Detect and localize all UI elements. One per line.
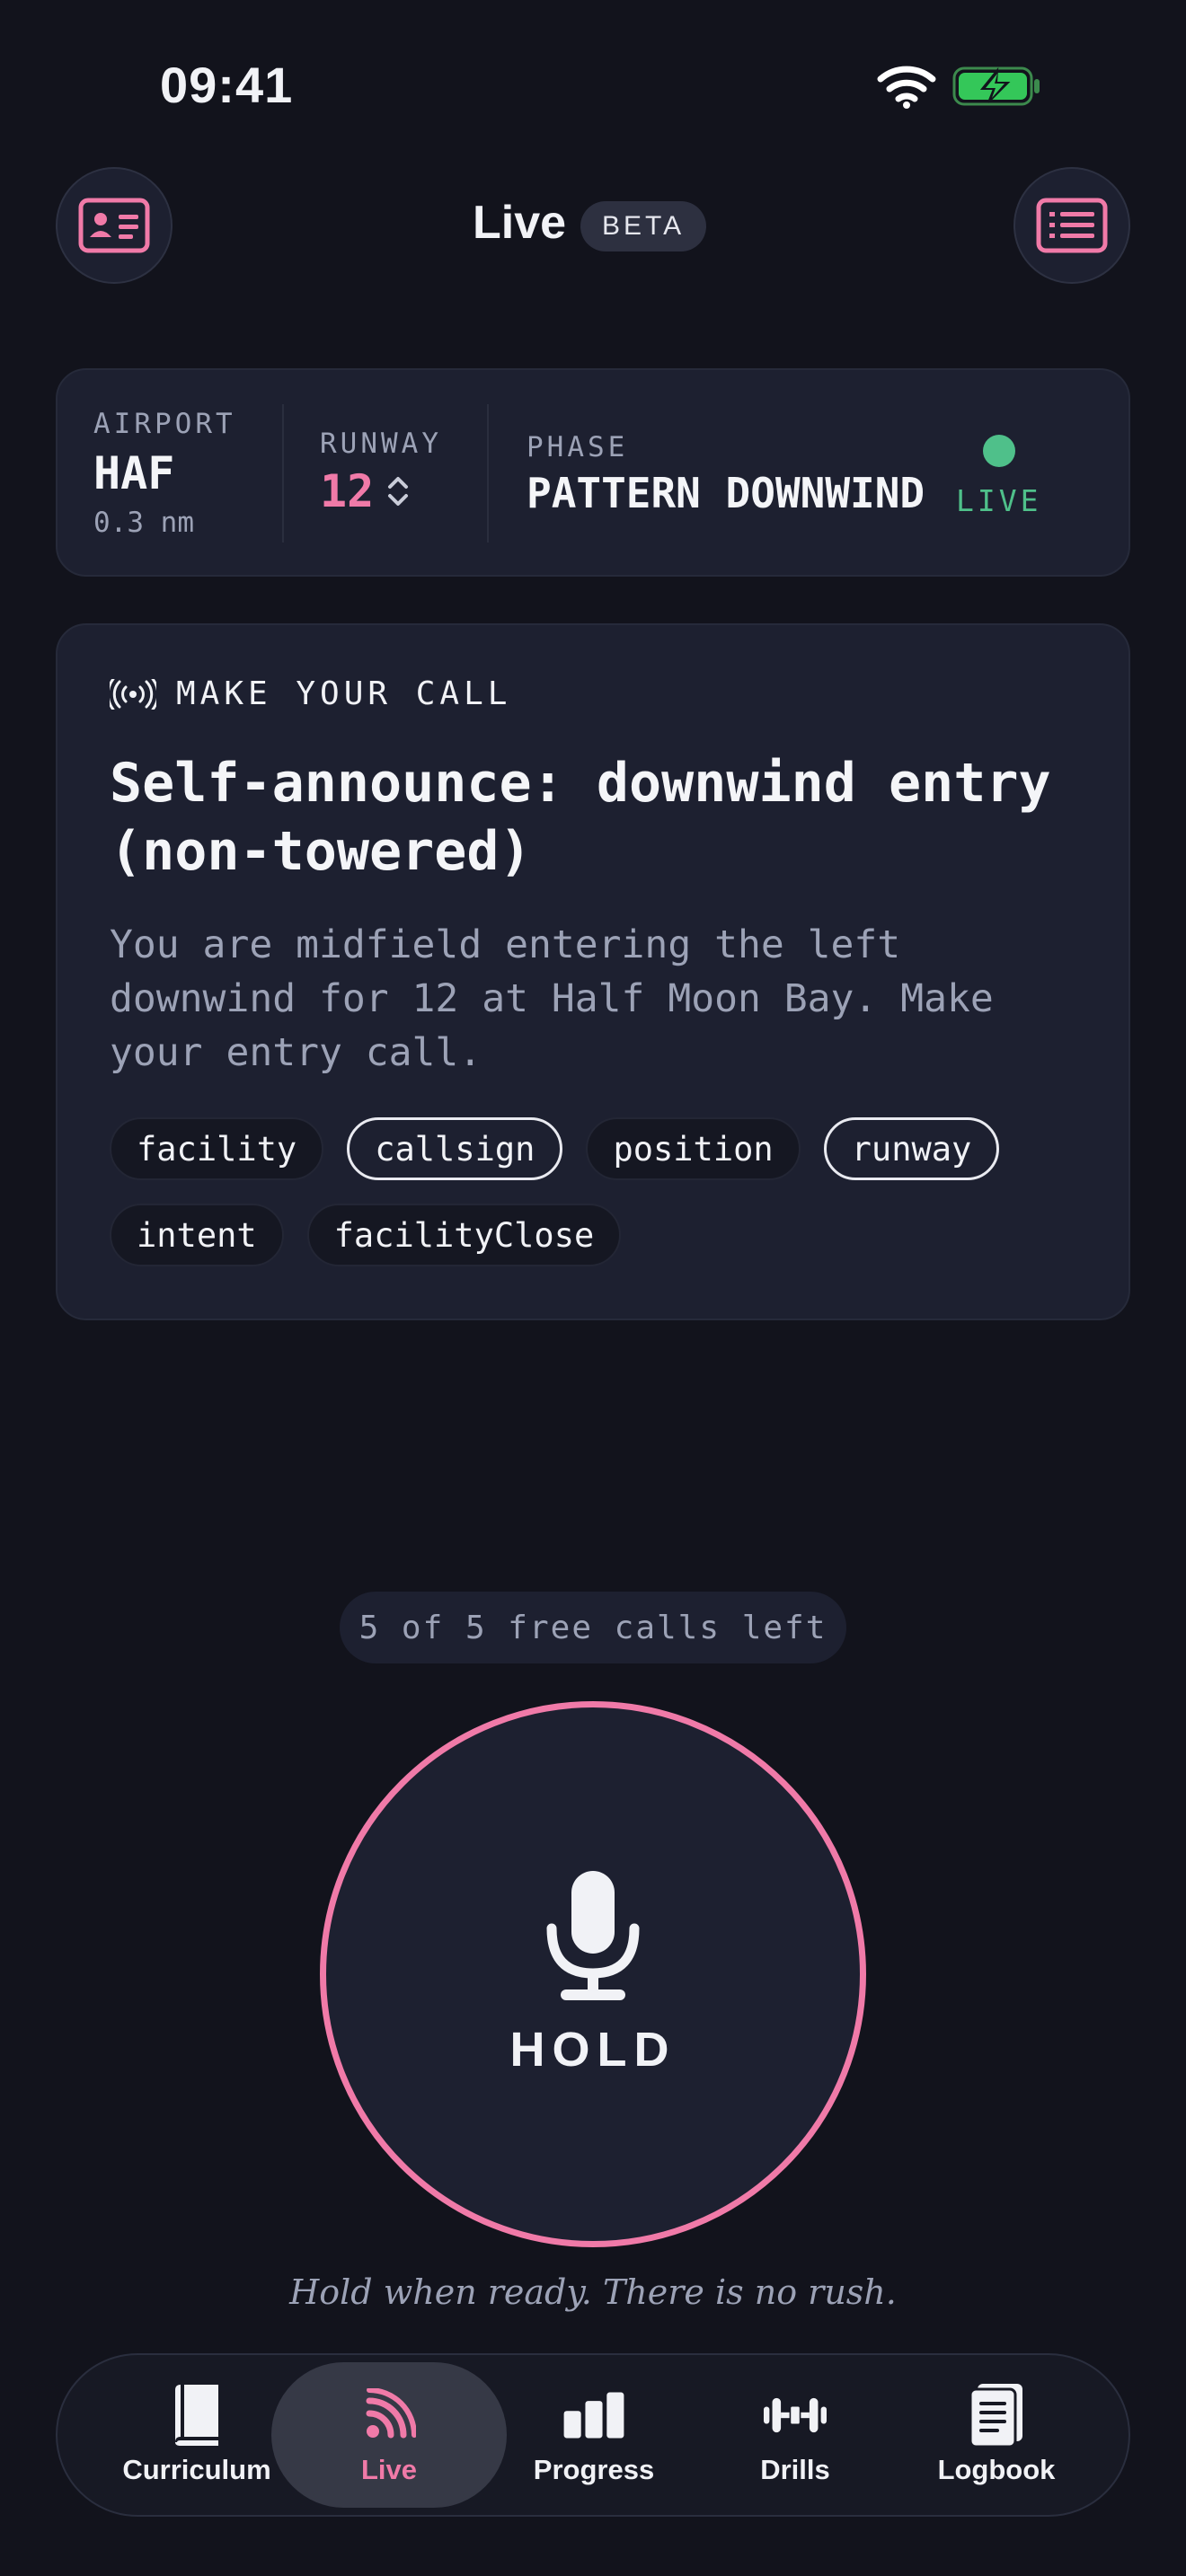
- tab-bar: Curriculum Live Progress Drills Logbook: [56, 2353, 1130, 2517]
- tab-label: Drills: [760, 2454, 830, 2485]
- id-card-icon: [78, 198, 150, 253]
- tab-label: Progress: [533, 2454, 655, 2485]
- hold-label: HOLD: [509, 2023, 677, 2077]
- element-chip-position: position: [586, 1117, 801, 1180]
- list-card-icon: [1036, 198, 1108, 253]
- element-chip-intent: intent: [110, 1204, 284, 1266]
- chevron-up-down-icon: [388, 477, 409, 506]
- broadcast-icon: [366, 2388, 416, 2439]
- airport-value: HAF: [93, 447, 175, 499]
- live-label: LIVE: [956, 483, 1042, 518]
- hold-hint: Hold when ready. There is no rush.: [289, 2272, 897, 2312]
- status-time: 09:41: [160, 57, 294, 113]
- flight-info-card: AIRPORT HAF 0.3 nm RUNWAY 12 PHASE PATTE…: [56, 368, 1130, 577]
- phase-value: PATTERN DOWNWIND: [527, 469, 925, 517]
- tab-label: Logbook: [937, 2454, 1056, 2485]
- tab-progress[interactable]: Progress: [476, 2362, 712, 2508]
- element-chip-facility: facility: [110, 1117, 324, 1180]
- runway-value: 12: [320, 465, 375, 517]
- live-indicator-dot: [983, 435, 1015, 467]
- bar-chart-icon: [563, 2392, 624, 2439]
- page-title: Live: [473, 197, 567, 249]
- divider: [487, 404, 489, 543]
- tab-logbook[interactable]: Logbook: [879, 2362, 1114, 2508]
- runway-label: RUNWAY: [320, 428, 442, 460]
- free-calls-pill: 5 of 5 free calls left: [340, 1592, 846, 1663]
- element-chip-runway: runway: [823, 1117, 1000, 1180]
- hold-to-talk-button[interactable]: HOLD: [320, 1701, 866, 2247]
- tab-label: Curriculum: [122, 2454, 271, 2485]
- phase-label: PHASE: [527, 431, 629, 463]
- tab-live[interactable]: Live: [271, 2362, 507, 2508]
- broadcast-icon: [110, 678, 156, 710]
- call-header-label: MAKE YOUR CALL: [176, 675, 512, 712]
- battery-charging-icon: [952, 66, 1040, 106]
- airport-label: AIRPORT: [93, 408, 236, 440]
- dumbbell-icon: [764, 2397, 827, 2433]
- tab-label: Live: [360, 2454, 418, 2485]
- wifi-icon: [877, 66, 936, 109]
- call-header: MAKE YOUR CALL: [110, 675, 511, 712]
- list-button[interactable]: [1013, 167, 1130, 284]
- logbook-icon: [969, 2384, 1022, 2448]
- book-icon: [175, 2385, 218, 2446]
- beta-badge: BETA: [580, 201, 707, 251]
- element-chip-facilityclose: facilityClose: [306, 1204, 622, 1266]
- call-description: You are midfield entering the left downw…: [110, 922, 994, 1075]
- profile-button[interactable]: [56, 167, 173, 284]
- airport-distance: 0.3 nm: [93, 507, 194, 539]
- element-chips: facility callsign position runway intent faci…: [110, 1117, 1098, 1266]
- microphone-icon: [546, 1871, 640, 2000]
- element-chip-callsign: callsign: [347, 1117, 563, 1180]
- tab-drills[interactable]: Drills: [677, 2362, 913, 2508]
- call-card: MAKE YOUR CALL Self-announce: downwind e…: [56, 623, 1130, 1320]
- divider: [282, 404, 284, 543]
- call-title: Self-announce: downwind entry (non-tower…: [110, 752, 1051, 883]
